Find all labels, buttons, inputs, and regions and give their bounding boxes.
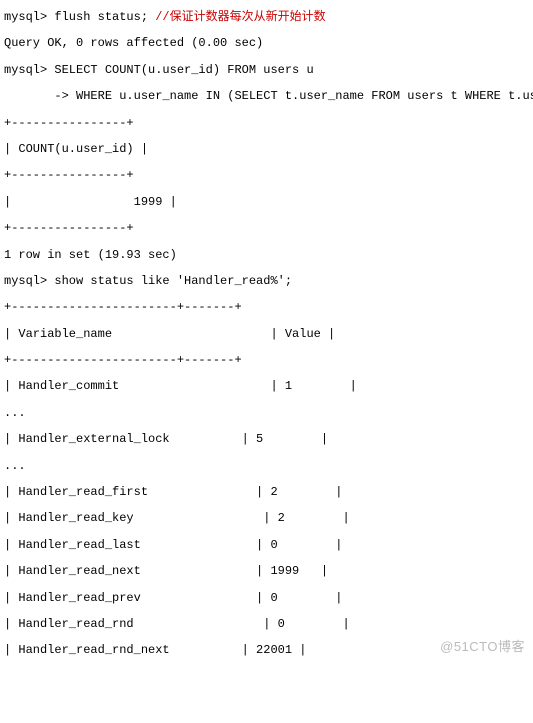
line-text: ... [4, 459, 26, 473]
output-line: | Handler_read_next | 1999 | [4, 558, 529, 584]
line-text: +-----------------------+-------+ [4, 300, 242, 314]
line-text: +-----------------------+-------+ [4, 353, 242, 367]
line-text: +----------------+ [4, 221, 134, 235]
output-line: mysql> flush status; //保证计数器每次从新开始计数 [4, 4, 529, 30]
output-line: mysql> show status like 'Handler_read%'; [4, 268, 529, 294]
line-text: | Handler_read_last | 0 | [4, 538, 342, 552]
output-line: +-----------------------+-------+ [4, 294, 529, 320]
line-text: mysql> flush status; [4, 10, 155, 24]
output-line: mysql> SELECT COUNT(u.user_id) FROM user… [4, 57, 529, 83]
line-text: ... [4, 406, 26, 420]
line-text: | Handler_read_key | 2 | [4, 511, 350, 525]
output-line: | Handler_commit | 1 | [4, 373, 529, 399]
output-line: | 1999 | [4, 189, 529, 215]
line-text: | Handler_read_rnd_next | 22001 | [4, 643, 306, 657]
line-text: | Handler_external_lock | 5 | [4, 432, 328, 446]
output-line: | Handler_read_last | 0 | [4, 532, 529, 558]
output-line: ... [4, 400, 529, 426]
output-line: -> WHERE u.user_name IN (SELECT t.user_n… [4, 83, 529, 109]
line-text: mysql> show status like 'Handler_read%'; [4, 274, 292, 288]
output-line: | Handler_read_key | 2 | [4, 505, 529, 531]
output-line: Query OK, 0 rows affected (0.00 sec) [4, 30, 529, 56]
output-line: | Variable_name | Value | [4, 321, 529, 347]
line-text: | Handler_commit | 1 | [4, 379, 357, 393]
watermark: @51CTO博客 [440, 633, 525, 662]
line-text: | Handler_read_rnd | 0 | [4, 617, 350, 631]
line-comment: //保证计数器每次从新开始计数 [155, 10, 325, 24]
line-text: | 1999 | [4, 195, 177, 209]
line-text: | Handler_read_first | 2 | [4, 485, 342, 499]
output-line: 1 row in set (19.93 sec) [4, 242, 529, 268]
line-text: -> WHERE u.user_name IN (SELECT t.user_n… [4, 89, 533, 103]
line-text: | COUNT(u.user_id) | [4, 142, 148, 156]
line-text: | Handler_read_next | 1999 | [4, 564, 328, 578]
line-text: | Handler_read_prev | 0 | [4, 591, 342, 605]
line-text: +----------------+ [4, 116, 134, 130]
output-line: +-----------------------+-------+ [4, 347, 529, 373]
output-line: +----------------+ [4, 110, 529, 136]
line-text: mysql> SELECT COUNT(u.user_id) FROM user… [4, 63, 314, 77]
output-line: | Handler_read_prev | 0 | [4, 585, 529, 611]
output-line: | Handler_read_first | 2 | [4, 479, 529, 505]
output-line: | COUNT(u.user_id) | [4, 136, 529, 162]
output-line: | Handler_external_lock | 5 | [4, 426, 529, 452]
line-text: | Variable_name | Value | [4, 327, 335, 341]
terminal-output: mysql> flush status; //保证计数器每次从新开始计数 Quer… [4, 4, 529, 664]
line-text: 1 row in set (19.93 sec) [4, 248, 177, 262]
line-text: +----------------+ [4, 168, 134, 182]
output-line: ... [4, 453, 529, 479]
output-line: +----------------+ [4, 162, 529, 188]
line-text: Query OK, 0 rows affected (0.00 sec) [4, 36, 263, 50]
output-line: +----------------+ [4, 215, 529, 241]
